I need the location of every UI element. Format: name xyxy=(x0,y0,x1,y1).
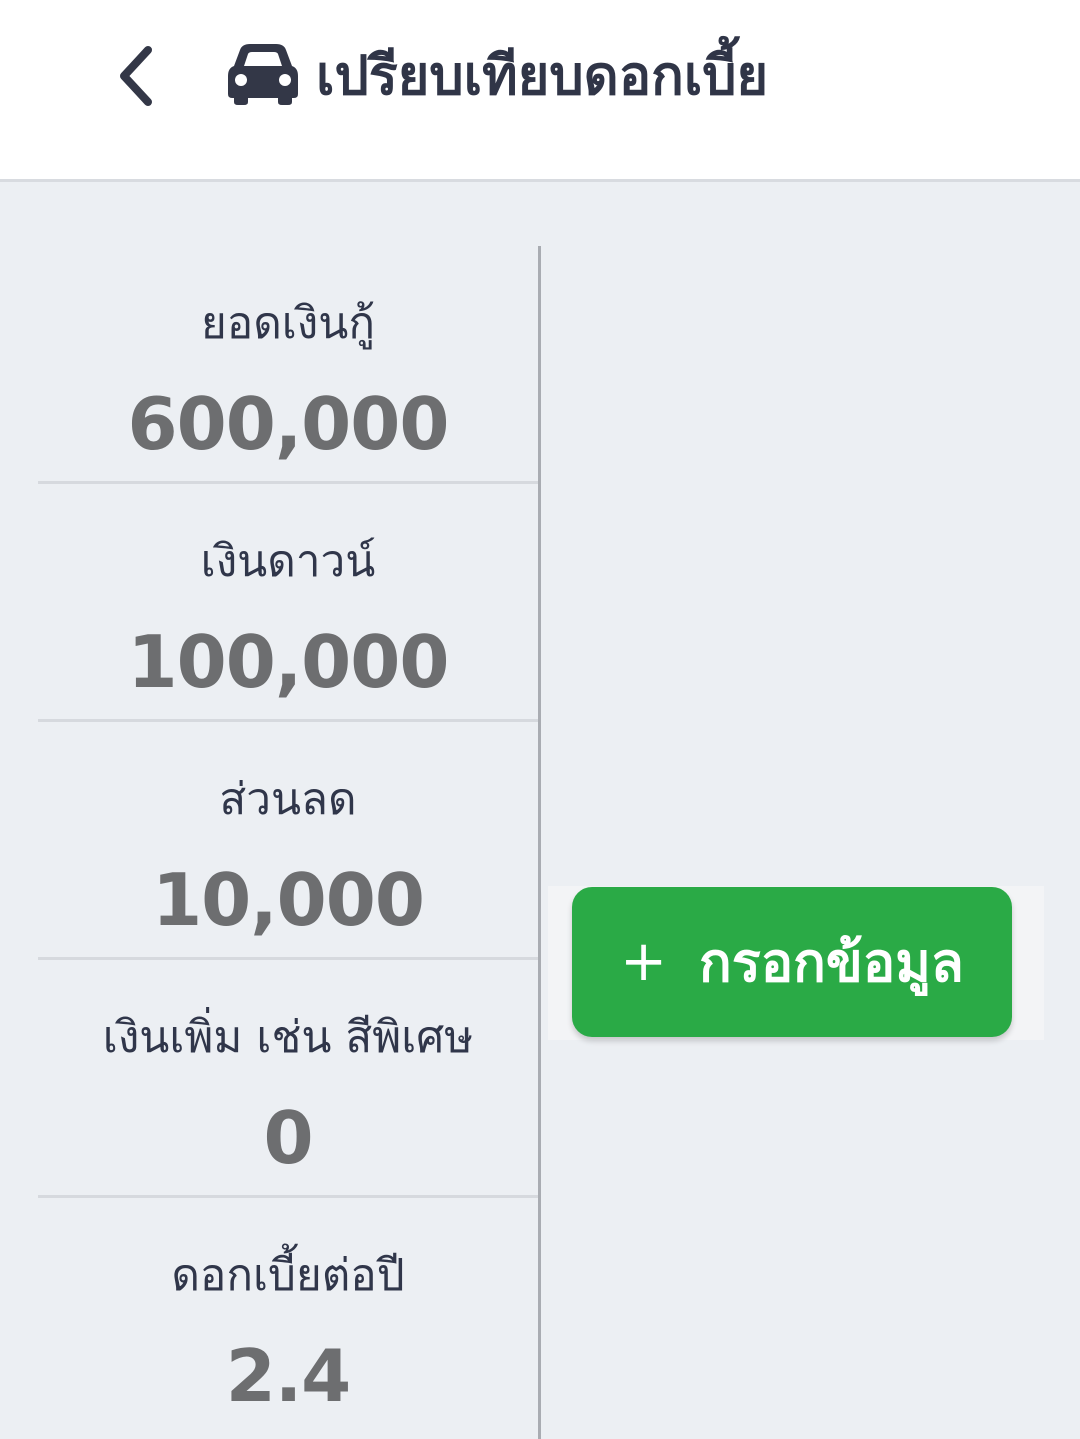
down-payment-row: เงินดาวน์ 100,000 xyxy=(38,484,538,722)
discount-row: ส่วนลด 10,000 xyxy=(38,722,538,960)
app-header: เปรียบเทียบดอกเบี้ย xyxy=(0,0,1080,182)
page-title: เปรียบเทียบดอกเบี้ย xyxy=(316,44,769,107)
interest-rate-row: ดอกเบี้ยต่อปี 2.4 xyxy=(38,1198,538,1436)
fill-info-label: กรอกข้อมูล xyxy=(699,931,964,994)
plus-icon: + xyxy=(620,929,668,994)
loan-amount-value: 600,000 xyxy=(127,382,450,466)
car-icon xyxy=(228,44,298,105)
loan-amount-label: ยอดเงินกู้ xyxy=(200,298,376,349)
extra-cost-label: เงินเพิ่ม เช่น สีพิเศษ xyxy=(102,1012,474,1063)
extra-cost-row: เงินเพิ่ม เช่น สีพิเศษ 0 xyxy=(38,960,538,1198)
back-button[interactable] xyxy=(104,36,168,116)
down-payment-label: เงินดาวน์ xyxy=(200,536,376,587)
interest-rate-label: ดอกเบี้ยต่อปี xyxy=(171,1250,405,1301)
interest-rate-value: 2.4 xyxy=(225,1334,352,1418)
loan-amount-row: ยอดเงินกู้ 600,000 xyxy=(38,246,538,484)
loan-details-list: ยอดเงินกู้ 600,000 เงินดาวน์ 100,000 ส่ว… xyxy=(38,246,538,1436)
fill-info-button[interactable]: + กรอกข้อมูล xyxy=(572,887,1012,1037)
extra-cost-value: 0 xyxy=(263,1096,313,1180)
discount-value: 10,000 xyxy=(152,858,425,942)
down-payment-value: 100,000 xyxy=(127,620,450,704)
chevron-left-icon xyxy=(120,46,152,106)
discount-label: ส่วนลด xyxy=(219,774,357,825)
column-divider xyxy=(538,246,541,1439)
